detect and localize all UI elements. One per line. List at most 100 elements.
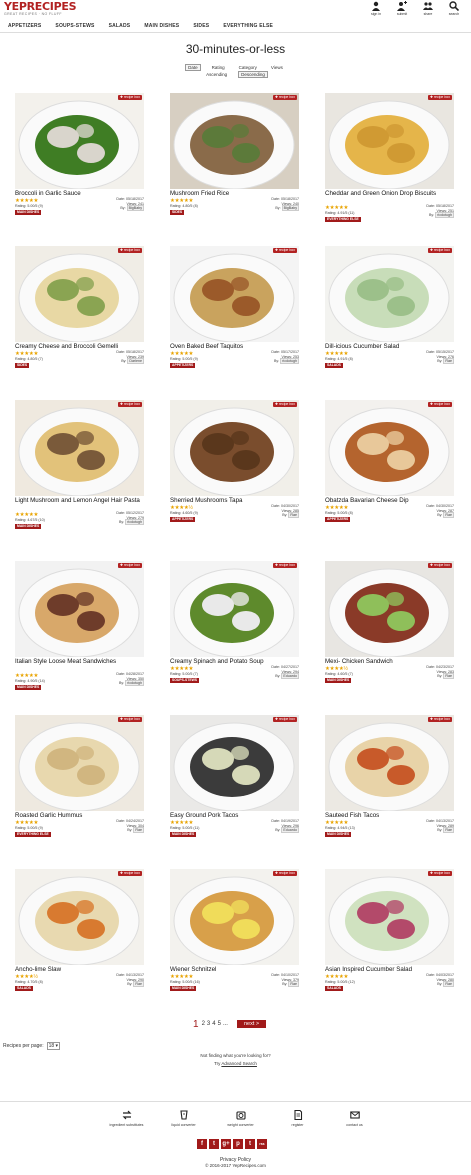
recipe-title[interactable]: Mushroom Fried Rice: [170, 190, 299, 197]
category-badge[interactable]: MAIN DISHES: [15, 524, 42, 529]
page-link-5[interactable]: 5: [218, 1021, 221, 1027]
recipe-image[interactable]: ✚ recipe box: [325, 246, 454, 342]
author-link[interactable]: BigBaby: [126, 205, 144, 211]
page-link-4[interactable]: 4: [212, 1021, 215, 1027]
contact-us-link[interactable]: contact us: [326, 1110, 383, 1127]
category-badge[interactable]: EVERYTHING ELSE: [325, 217, 361, 222]
author-link[interactable]: ricdotugh: [435, 212, 454, 218]
google-plus-icon[interactable]: g+: [221, 1139, 231, 1149]
recipe-box-button[interactable]: ✚ recipe box: [117, 563, 142, 568]
twitter-icon[interactable]: t: [209, 1139, 219, 1149]
recipe-box-button[interactable]: ✚ recipe box: [427, 717, 452, 722]
category-badge[interactable]: SALADS: [325, 986, 343, 991]
register-link[interactable]: register: [269, 1110, 326, 1127]
recipe-box-button[interactable]: ✚ recipe box: [272, 717, 297, 722]
category-badge[interactable]: MAIN DISHES: [15, 210, 42, 215]
search-button[interactable]: search: [441, 1, 467, 19]
recipe-box-button[interactable]: ✚ recipe box: [272, 871, 297, 876]
recipe-box-button[interactable]: ✚ recipe box: [427, 95, 452, 100]
category-badge[interactable]: SIDES: [170, 210, 185, 215]
sort-rating[interactable]: Rating: [209, 64, 228, 71]
category-badge[interactable]: MAIN DISHES: [325, 678, 352, 683]
author-link[interactable]: Eduardo: [281, 673, 299, 679]
recipe-title[interactable]: Sauteed Fish Tacos: [325, 812, 454, 819]
advanced-search-link[interactable]: Advanced Search: [221, 1061, 257, 1066]
facebook-icon[interactable]: f: [197, 1139, 207, 1149]
author-link[interactable]: Rae: [133, 981, 144, 987]
author-link[interactable]: BigBaby: [281, 205, 299, 211]
category-badge[interactable]: MAIN DISHES: [170, 832, 197, 837]
recipe-title[interactable]: Light Mushroom and Lemon Angel Hair Past…: [15, 497, 144, 504]
recipe-image[interactable]: ✚ recipe box: [170, 400, 299, 496]
nav-main-dishes[interactable]: MAIN DISHES: [144, 23, 179, 29]
recipe-image[interactable]: ✚ recipe box: [170, 561, 299, 657]
submit-button[interactable]: submit: [389, 1, 415, 19]
nav-soups-stews[interactable]: SOUPS-STEWS: [55, 23, 94, 29]
recipe-box-button[interactable]: ✚ recipe box: [427, 248, 452, 253]
recipe-title[interactable]: Creamy Spinach and Potato Soup: [170, 658, 299, 665]
weight-converter-link[interactable]: weight converter: [212, 1110, 269, 1127]
recipe-image[interactable]: ✚ recipe box: [170, 93, 299, 189]
author-link[interactable]: Rae: [443, 827, 454, 833]
order-ascending[interactable]: Ascending: [203, 71, 230, 78]
recipe-title[interactable]: Italian Style Loose Meat Sandwiches: [15, 658, 144, 665]
recipe-title[interactable]: Cheddar and Green Onion Drop Biscuits: [325, 190, 454, 197]
recipe-title[interactable]: Obatzda Bavarian Cheese Dip: [325, 497, 454, 504]
per-page-select[interactable]: 18 ▾: [46, 1042, 61, 1050]
recipe-box-button[interactable]: ✚ recipe box: [427, 402, 452, 407]
next-page-button[interactable]: next >: [236, 1020, 267, 1028]
recipe-image[interactable]: ✚ recipe box: [325, 93, 454, 189]
recipe-title[interactable]: Sherried Mushrooms Tapa: [170, 497, 299, 504]
recipe-image[interactable]: ✚ recipe box: [170, 869, 299, 965]
author-link[interactable]: Rae: [443, 673, 454, 679]
recipe-box-button[interactable]: ✚ recipe box: [117, 871, 142, 876]
category-badge[interactable]: APPETIZERS: [325, 517, 351, 522]
recipe-title[interactable]: Dill-icious Cucumber Salad: [325, 343, 454, 350]
author-link[interactable]: Darlene: [127, 358, 144, 364]
nav-appetizers[interactable]: APPETIZERS: [8, 23, 41, 29]
author-link[interactable]: Eduardo: [281, 827, 299, 833]
sort-category[interactable]: Category: [236, 64, 260, 71]
author-link[interactable]: Rae: [443, 512, 454, 518]
recipe-box-button[interactable]: ✚ recipe box: [272, 248, 297, 253]
recipe-image[interactable]: ✚ recipe box: [15, 400, 144, 496]
category-badge[interactable]: APPETIZERS: [170, 363, 196, 368]
recipe-image[interactable]: ✚ recipe box: [15, 561, 144, 657]
nav-sides[interactable]: SIDES: [193, 23, 209, 29]
page-link-2[interactable]: 2: [202, 1021, 205, 1027]
nav-salads[interactable]: SALADS: [109, 23, 131, 29]
recipe-image[interactable]: ✚ recipe box: [15, 93, 144, 189]
author-link[interactable]: ricdotugh: [125, 519, 144, 525]
recipe-title[interactable]: Easy Ground Pork Tacos: [170, 812, 299, 819]
recipe-box-button[interactable]: ✚ recipe box: [117, 95, 142, 100]
page-link-3[interactable]: 3: [207, 1021, 210, 1027]
recipe-box-button[interactable]: ✚ recipe box: [272, 95, 297, 100]
recipe-title[interactable]: Ancho-lime Slaw: [15, 966, 144, 973]
pinterest-icon[interactable]: p: [233, 1139, 243, 1149]
recipe-box-button[interactable]: ✚ recipe box: [272, 563, 297, 568]
recipe-title[interactable]: Broccoli in Garlic Sauce: [15, 190, 144, 197]
category-badge[interactable]: SALADS: [325, 363, 343, 368]
recipe-box-button[interactable]: ✚ recipe box: [117, 248, 142, 253]
liquid-converter-link[interactable]: liquid converter: [155, 1110, 212, 1127]
recipe-title[interactable]: Roasted Garlic Hummus: [15, 812, 144, 819]
recipe-image[interactable]: ✚ recipe box: [325, 400, 454, 496]
author-link[interactable]: Rae: [288, 981, 299, 987]
recipe-title[interactable]: Wiener Schnitzel: [170, 966, 299, 973]
category-badge[interactable]: SIDES: [15, 363, 30, 368]
category-badge[interactable]: MAIN DISHES: [325, 832, 352, 837]
recipe-image[interactable]: ✚ recipe box: [325, 715, 454, 811]
recipe-box-button[interactable]: ✚ recipe box: [427, 871, 452, 876]
recipe-box-button[interactable]: ✚ recipe box: [117, 717, 142, 722]
ingredient-substitutes-link[interactable]: ingredient substitutes: [98, 1110, 155, 1127]
recipe-box-button[interactable]: ✚ recipe box: [117, 402, 142, 407]
share-button[interactable]: share: [415, 1, 441, 19]
category-badge[interactable]: SOUPS-STEWS: [170, 678, 200, 683]
recipe-title[interactable]: Oven Baked Beef Taquitos: [170, 343, 299, 350]
category-badge[interactable]: MAIN DISHES: [170, 986, 197, 991]
recipe-title[interactable]: Asian Inspired Cucumber Salad: [325, 966, 454, 973]
recipe-image[interactable]: ✚ recipe box: [325, 869, 454, 965]
recipe-image[interactable]: ✚ recipe box: [325, 561, 454, 657]
author-link[interactable]: Rae: [288, 512, 299, 518]
recipe-image[interactable]: ✚ recipe box: [170, 246, 299, 342]
